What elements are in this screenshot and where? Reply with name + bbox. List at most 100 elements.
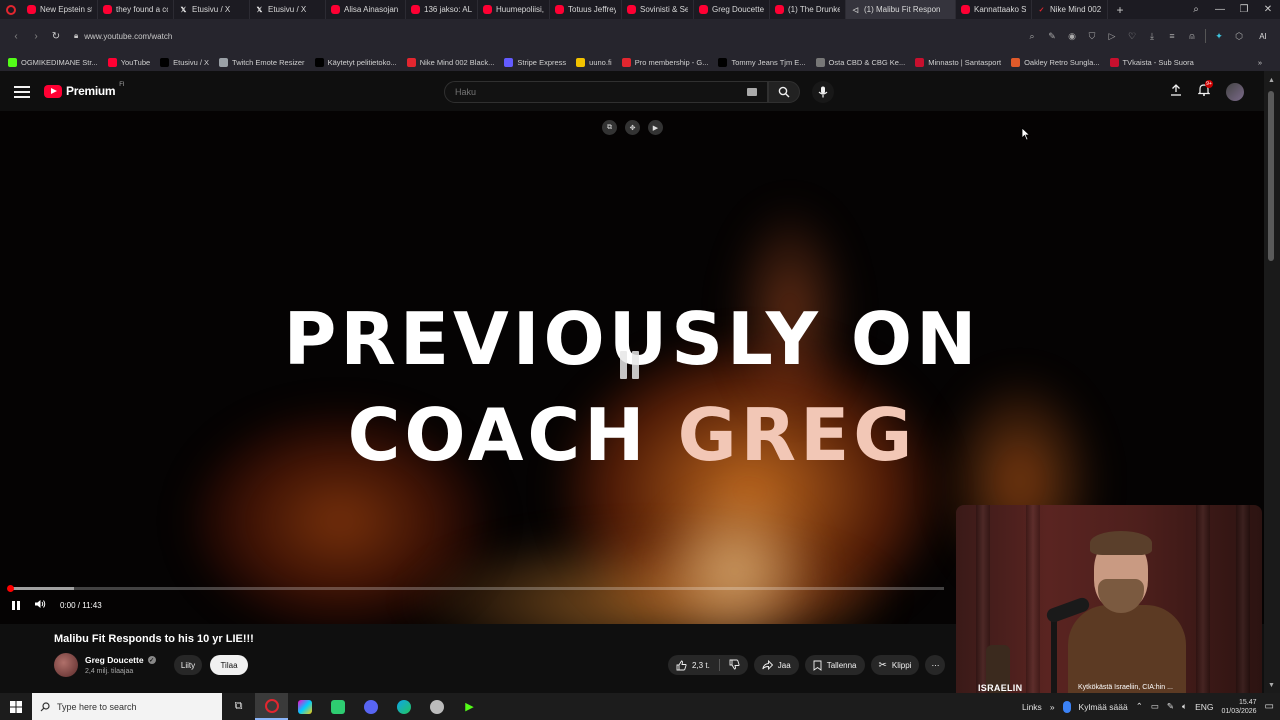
taskbar-opera[interactable] bbox=[255, 693, 288, 720]
download-icon[interactable]: ⤓ bbox=[1145, 29, 1159, 43]
zoom-icon[interactable]: ⌕ bbox=[1025, 29, 1039, 43]
language-indicator[interactable]: ENG bbox=[1195, 702, 1213, 712]
pip-icon[interactable]: ⧉ bbox=[602, 120, 617, 135]
browser-tab[interactable]: Kannattaako Sc bbox=[956, 0, 1032, 19]
opera-menu-icon[interactable] bbox=[0, 0, 22, 19]
bookmark-item[interactable]: Stripe Express bbox=[504, 57, 566, 67]
voice-search-button[interactable] bbox=[812, 81, 834, 103]
bookmark-item[interactable]: Oakley Retro Sungla... bbox=[1011, 57, 1100, 67]
youtube-logo[interactable]: Premium FI bbox=[44, 82, 125, 98]
browser-tab[interactable]: New Epstein st bbox=[22, 0, 98, 19]
edit-icon[interactable]: ✎ bbox=[1045, 29, 1059, 43]
save-button[interactable]: Tallenna bbox=[804, 655, 865, 675]
back-button[interactable]: ‹ bbox=[6, 26, 26, 46]
more-actions-button[interactable]: ⋯ bbox=[925, 655, 946, 675]
video-popout-icon[interactable]: ▶ bbox=[648, 120, 663, 135]
scroll-down-arrow-icon[interactable]: ▼ bbox=[1268, 682, 1275, 689]
network-icon[interactable]: ▭ bbox=[1151, 701, 1159, 712]
minimize-button[interactable]: — bbox=[1208, 0, 1232, 19]
speaker-icon[interactable]: 🔈︎ bbox=[1182, 701, 1187, 712]
bookmark-item[interactable]: YouTube bbox=[107, 57, 150, 67]
keyboard-icon[interactable] bbox=[747, 88, 757, 96]
notifications-button[interactable]: 9+ bbox=[1197, 80, 1213, 101]
links-chevron-icon[interactable]: » bbox=[1050, 702, 1055, 712]
extension-icon[interactable]: ✦ bbox=[1212, 29, 1226, 43]
ai-button[interactable]: AI bbox=[1252, 29, 1274, 43]
weather-text[interactable]: Kylmää säää bbox=[1079, 702, 1128, 712]
bookmark-item[interactable]: Käytetyt pelitietoko... bbox=[314, 57, 397, 67]
account-icon[interactable]: ⍝ bbox=[1185, 29, 1199, 43]
bookmark-item[interactable]: Tommy Jeans Tjm E... bbox=[718, 57, 806, 67]
heart-icon[interactable]: ♡ bbox=[1125, 29, 1139, 43]
upload-button[interactable] bbox=[1170, 83, 1182, 101]
camera-icon[interactable]: ◉ bbox=[1065, 29, 1079, 43]
browser-tab[interactable]: they found a cc bbox=[98, 0, 174, 19]
search-input[interactable] bbox=[455, 87, 735, 97]
browser-tab[interactable]: ✓ Nike Mind 002 bbox=[1032, 0, 1108, 19]
taskbar-search[interactable]: Type here to search bbox=[32, 693, 222, 720]
scrubber-handle[interactable] bbox=[6, 585, 14, 592]
search-button[interactable] bbox=[768, 81, 800, 103]
center-pause-icon[interactable] bbox=[620, 351, 646, 381]
account-avatar[interactable] bbox=[1226, 83, 1244, 101]
start-button[interactable] bbox=[0, 693, 32, 720]
links-toolbar[interactable]: Links bbox=[1022, 702, 1042, 712]
snap-icon[interactable]: ✥ bbox=[625, 120, 640, 135]
browser-tab[interactable]: 𝕏 Etusivu / X bbox=[174, 0, 250, 19]
video-progress-bar[interactable] bbox=[6, 585, 944, 592]
channel-name[interactable]: Greg Doucette ✓ bbox=[85, 655, 156, 665]
browser-tab[interactable]: Greg Doucette bbox=[694, 0, 770, 19]
like-button[interactable]: 2,3 t. bbox=[676, 660, 710, 671]
taskbar-edge[interactable] bbox=[387, 693, 420, 720]
pen-icon[interactable]: ✎ bbox=[1167, 701, 1174, 712]
clip-button[interactable]: ✂ Klippi bbox=[870, 655, 920, 675]
browser-search-icon[interactable]: ⌕ bbox=[1184, 0, 1208, 19]
taskbar-app-media[interactable]: ▶ bbox=[453, 693, 486, 720]
bookmarks-more-icon[interactable]: » bbox=[1258, 58, 1262, 67]
browser-tab[interactable]: 𝕏 Etusivu / X bbox=[250, 0, 326, 19]
tray-expand-icon[interactable]: ⌃ bbox=[1136, 701, 1143, 712]
browser-tab[interactable]: Alisa Ainasojan bbox=[326, 0, 406, 19]
scrollbar-thumb[interactable] bbox=[1268, 91, 1274, 261]
browser-tab[interactable]: Totuus Jeffrey E bbox=[550, 0, 622, 19]
share-button[interactable]: Jaa bbox=[753, 655, 799, 675]
bookmark-item[interactable]: uuno.fi bbox=[576, 57, 612, 67]
menu-lines-icon[interactable]: ≡ bbox=[1165, 29, 1179, 43]
join-button[interactable]: Liity bbox=[174, 655, 202, 675]
bookmark-item[interactable]: Nike Mind 002 Black... bbox=[406, 57, 494, 67]
taskbar-app-paint[interactable] bbox=[288, 693, 321, 720]
browser-tab[interactable]: (1) The Drunker bbox=[770, 0, 846, 19]
taskbar-app-chat[interactable] bbox=[321, 693, 354, 720]
cube-icon[interactable]: ⬡ bbox=[1232, 29, 1246, 43]
dislike-button[interactable] bbox=[729, 659, 740, 672]
notification-center-icon[interactable]: ▭ bbox=[1265, 701, 1274, 712]
close-window-button[interactable]: ✕ bbox=[1256, 0, 1280, 19]
browser-tab[interactable]: Huumepoliisi, F bbox=[478, 0, 550, 19]
bookmark-item[interactable]: Osta CBD & CBG Ke... bbox=[815, 57, 905, 67]
forward-button[interactable]: › bbox=[26, 26, 46, 46]
bookmark-item[interactable]: TVkaista - Sub Suora bbox=[1109, 57, 1194, 67]
browser-tab[interactable]: ◁ (1) Malibu Fit Respon bbox=[846, 0, 956, 19]
task-view-icon[interactable]: ⧉ bbox=[222, 693, 255, 720]
channel-avatar[interactable] bbox=[54, 653, 78, 677]
bookmark-item[interactable]: Etusivu / X bbox=[160, 57, 209, 67]
player-icon[interactable]: ▷ bbox=[1105, 29, 1119, 43]
taskbar-app-settings[interactable] bbox=[420, 693, 453, 720]
pause-button[interactable] bbox=[12, 600, 20, 610]
bookmark-item[interactable]: OGMIKEDIMANE Str... bbox=[8, 57, 98, 67]
hamburger-menu-icon[interactable] bbox=[14, 83, 30, 99]
reload-button[interactable]: ↻ bbox=[46, 26, 66, 46]
new-tab-button[interactable]: + bbox=[1112, 0, 1128, 19]
browser-tab[interactable]: 136 jakso: ALI K bbox=[406, 0, 478, 19]
bookmark-item[interactable]: Twitch Emote Resizer bbox=[219, 57, 305, 67]
taskbar-discord[interactable] bbox=[354, 693, 387, 720]
subscribe-button[interactable]: Tilaa bbox=[210, 655, 248, 675]
scroll-up-arrow-icon[interactable]: ▲ bbox=[1268, 77, 1275, 84]
volume-button[interactable] bbox=[34, 599, 46, 611]
page-scrollbar[interactable]: ▲ ▼ bbox=[1264, 71, 1280, 693]
shield-icon[interactable]: ⛉ bbox=[1085, 29, 1099, 43]
bookmark-item[interactable]: Minnasto | Santasport bbox=[915, 57, 1001, 67]
restore-button[interactable]: ❐ bbox=[1232, 0, 1256, 19]
url-field[interactable]: 🔒︎ www.youtube.com/watch bbox=[74, 31, 172, 41]
system-clock[interactable]: 15.47 01/03/2026 bbox=[1222, 698, 1257, 716]
